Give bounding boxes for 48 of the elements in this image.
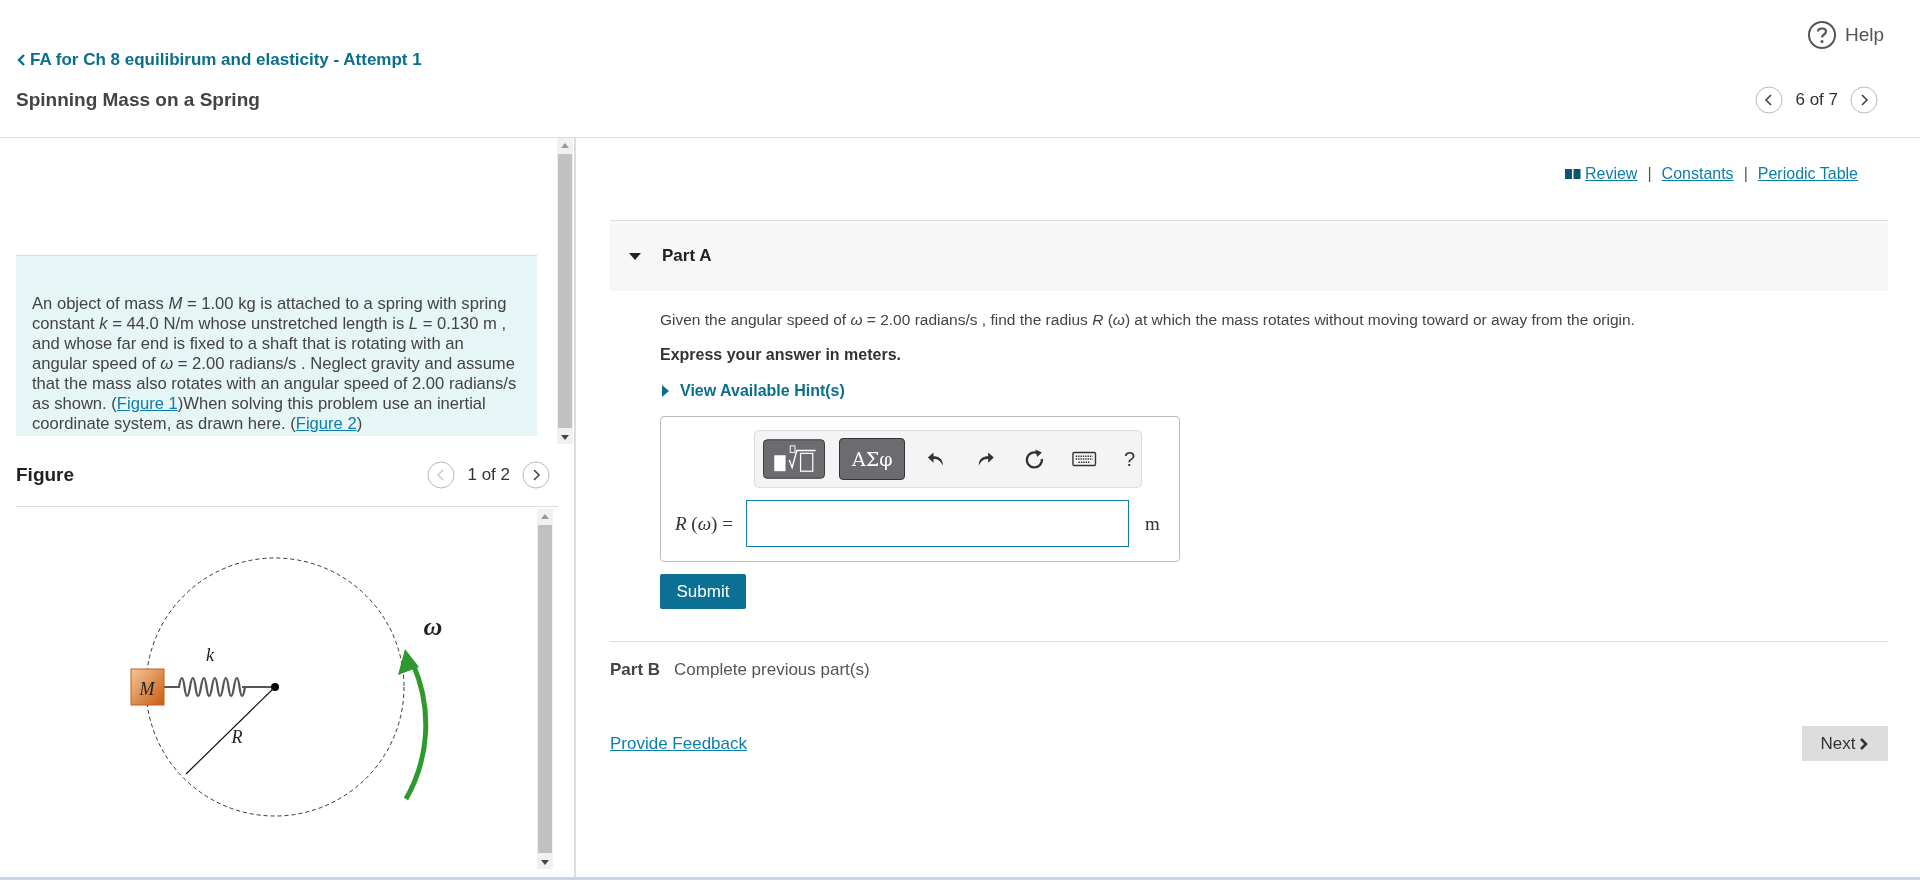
next-button[interactable]: Next: [1802, 726, 1888, 761]
scroll-thumb[interactable]: [558, 154, 572, 429]
answer-label: R (ω) =: [675, 512, 734, 535]
link-separator: |: [1647, 164, 1652, 183]
feedback-link[interactable]: Provide Feedback: [610, 733, 748, 754]
problem-title: Spinning Mass on a Spring: [16, 89, 260, 111]
hints-toggle[interactable]: View Available Hint(s): [660, 382, 845, 400]
back-link[interactable]: FA for Ch 8 equilibirum and elasticity - Attempt 1: [16, 50, 422, 70]
caret-icon: [660, 384, 670, 398]
omega-label: ω: [423, 612, 443, 641]
caret-icon: [628, 251, 642, 261]
page-counter: 6 of 7: [1795, 90, 1838, 110]
scroll-thumb[interactable]: [538, 525, 552, 853]
keyboard-icon[interactable]: [1072, 451, 1097, 467]
mass-label: M: [139, 679, 155, 699]
figure-link[interactable]: Figure 1: [116, 394, 178, 413]
resource-link[interactable]: Constants: [1661, 164, 1734, 183]
resource-link[interactable]: Review: [1564, 164, 1638, 183]
problem-description: An object of mass M = 1.00 kg is attached to a spring with spring constant k = 44.0 N/m whose unstretched length is L = 0.130 m , and whose far end is fixed to a shaft that is rotating with an angular speed of ω = 2.00 radians/s . Neglect gravity and assume that the mass also rotates with an angular speed of 2.00 radians/s as shown. (Figure 1)When solving this problem use an inertial coordinate system, as drawn here. (Figure 2): [16, 255, 537, 436]
next-button[interactable]: [1850, 86, 1878, 114]
figure-heading: Figure: [16, 464, 75, 487]
book-icon: [1564, 167, 1581, 180]
instruction-text: Express your answer in meters.: [660, 346, 902, 364]
unit-label: m: [1145, 512, 1160, 535]
part-status: Complete previous part(s): [674, 660, 870, 680]
figure-counter: 1 of 2: [467, 465, 510, 486]
help-icon: [1806, 20, 1837, 50]
link-separator: |: [1743, 164, 1748, 183]
answer-field[interactable]: [746, 500, 1129, 547]
help-button[interactable]: ?: [1117, 447, 1142, 471]
chevron-right-icon: [1859, 736, 1870, 751]
chevron-left-icon: [16, 53, 26, 67]
templates-button[interactable]: [763, 438, 825, 480]
part-title: Part B: [610, 660, 661, 680]
part-header[interactable]: Part A: [610, 220, 1888, 291]
resource-link[interactable]: Periodic Table: [1757, 164, 1858, 183]
symbols-button[interactable]: ΑΣφ: [839, 438, 906, 480]
spring-label: k: [206, 645, 214, 665]
figure-link[interactable]: Figure 2: [295, 414, 357, 433]
radius-label: R: [231, 727, 243, 747]
mass-block: [130, 668, 165, 706]
reset-icon[interactable]: [1023, 448, 1045, 470]
previous-button[interactable]: [1755, 86, 1784, 114]
help-link[interactable]: Help: [1806, 20, 1884, 50]
pivot-dot: [271, 683, 279, 691]
next-button[interactable]: [522, 461, 550, 490]
question-text: Given the angular speed of ω = 2.00 radians/s , find the radius R (ω) at which the mass rotates without moving toward or away from the origin.: [660, 311, 1636, 329]
submit-button[interactable]: Submit: [660, 574, 746, 609]
